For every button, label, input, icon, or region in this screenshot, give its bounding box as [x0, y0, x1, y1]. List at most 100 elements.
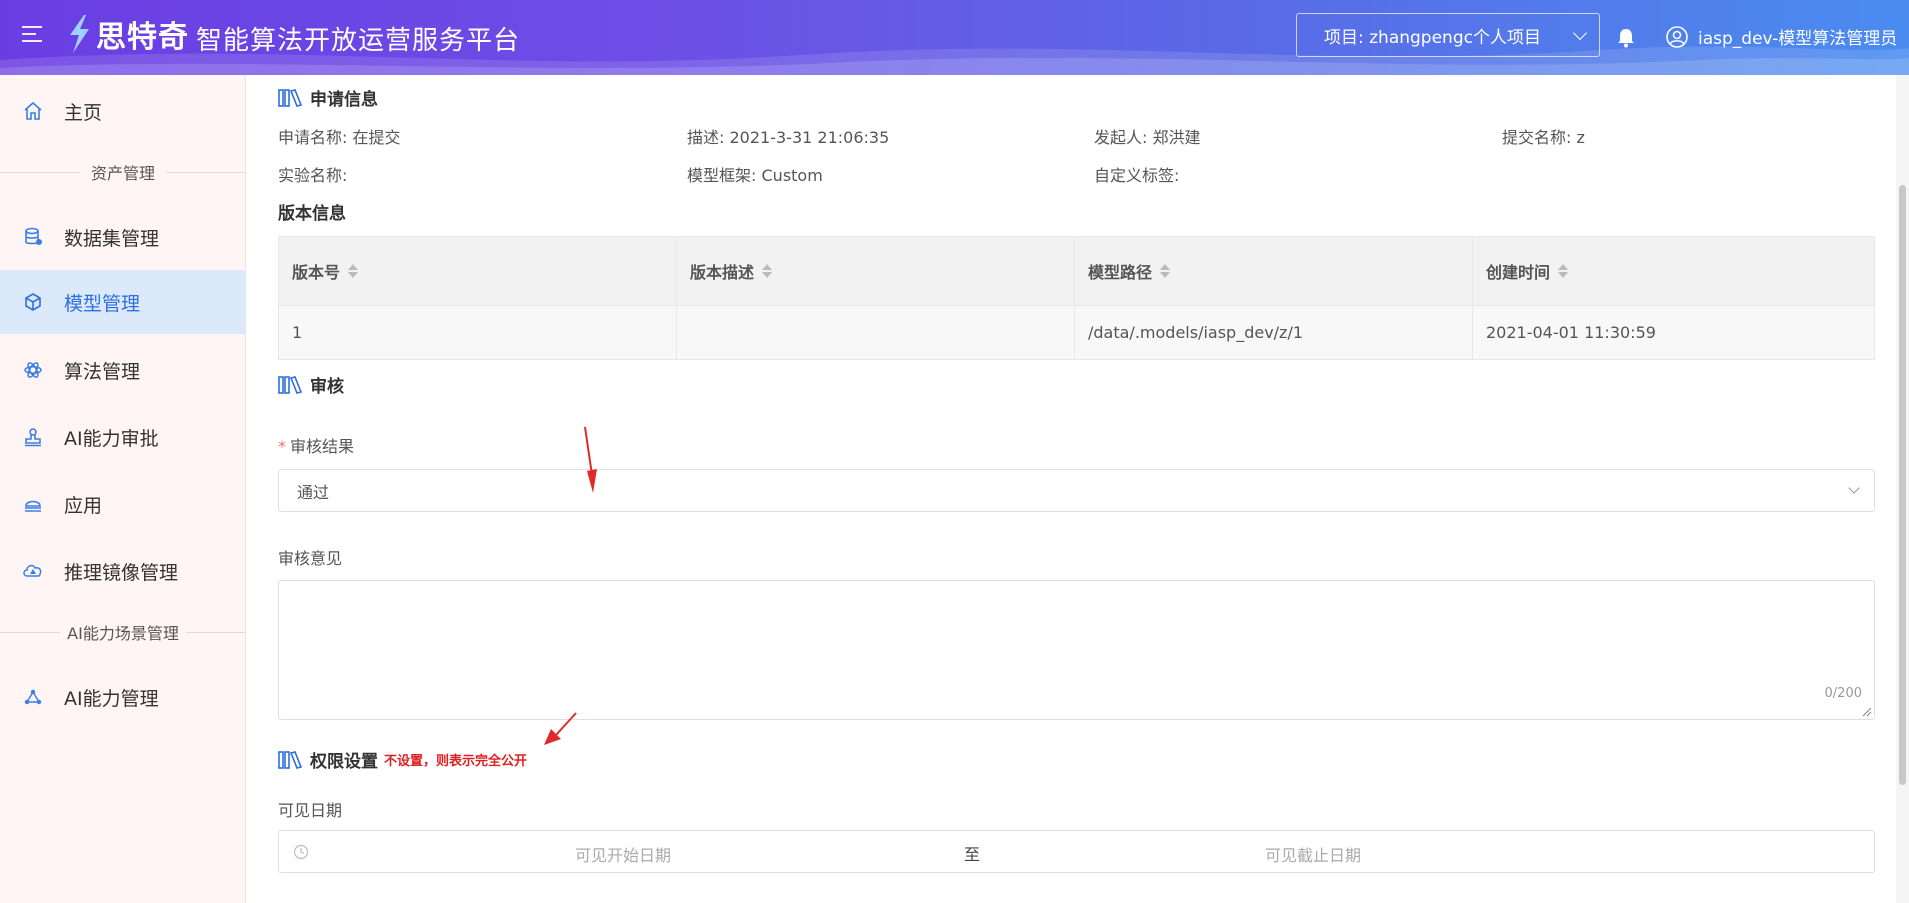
app-icon [22, 493, 44, 515]
column-label: 创建时间 [1486, 263, 1551, 282]
sort-icon[interactable] [1558, 263, 1569, 279]
sidebar-item-algorithms[interactable]: 算法管理 [0, 338, 246, 402]
sidebar-item-inference-images[interactable]: 推理镜像管理 [0, 539, 246, 603]
info-label: 提交名称: [1502, 128, 1572, 147]
chevron-down-icon [1572, 25, 1588, 41]
main-content: 申请信息 申请名称: 在提交 描述: 2021-3-31 21:06:35 发起… [254, 75, 1894, 903]
select-value: 通过 [297, 482, 330, 502]
visible-date-label: 可见日期 [278, 801, 343, 820]
sidebar-item-label: 推理镜像管理 [64, 561, 179, 584]
section-permission-title: 权限设置 不设置，则表示完全公开 [278, 747, 527, 772]
table-row[interactable]: 1 /data/.models/iasp_dev/z/1 2021-04-01 … [279, 305, 1874, 359]
logo-text: 思特奇 [96, 20, 189, 55]
info-label: 描述: [687, 128, 725, 147]
section-version-title: 版本信息 [278, 204, 346, 224]
info-submit-name: 提交名称: z [1502, 124, 1585, 148]
home-icon [22, 100, 44, 122]
column-description[interactable]: 版本描述 [677, 237, 1075, 305]
table-header: 版本号 版本描述 模型路径 创建时间 [279, 237, 1874, 305]
section-label: 审核 [310, 377, 344, 397]
atom-icon [22, 359, 44, 381]
database-icon [22, 226, 44, 248]
char-counter: 0/200 [1824, 686, 1862, 701]
platform-title: 智能算法开放运营服务平台 [196, 26, 521, 56]
info-model-framework: 模型框架: Custom [687, 162, 823, 186]
sidebar-item-label: 模型管理 [64, 292, 141, 315]
info-application-name: 申请名称: 在提交 [278, 124, 401, 148]
bell-icon[interactable] [1617, 28, 1635, 48]
sidebar-item-ai-approval[interactable]: AI能力审批 [0, 405, 246, 469]
info-label: 模型框架: [687, 166, 757, 185]
info-value: Custom [761, 166, 823, 185]
user-menu[interactable]: iasp_dev-模型算法管理员 [1666, 24, 1897, 49]
info-value: z [1576, 128, 1585, 147]
info-value: 在提交 [352, 128, 401, 147]
column-version[interactable]: 版本号 [279, 237, 677, 305]
sidebar-item-apps[interactable]: 应用 [0, 472, 246, 536]
top-header: 思特奇 智能算法开放运营服务平台 项目: zhangpengc个人项目 iasp… [0, 0, 1909, 75]
sidebar-item-datasets[interactable]: 数据集管理 [0, 205, 246, 269]
sort-icon[interactable] [1160, 263, 1171, 279]
annotation-arrow-diagonal [544, 712, 577, 745]
info-label: 实验名称: [278, 166, 348, 185]
section-application-title: 申请信息 [278, 85, 378, 110]
sidebar-item-ai-capabilities[interactable]: AI能力管理 [0, 665, 246, 729]
info-description: 描述: 2021-3-31 21:06:35 [687, 124, 889, 148]
label-text: 审核结果 [290, 437, 355, 456]
info-experiment-name: 实验名称: [278, 162, 347, 186]
column-model-path[interactable]: 模型路径 [1075, 237, 1473, 305]
resize-handle-icon[interactable] [1860, 705, 1872, 717]
sidebar: 主页 资产管理 数据集管理 模型管理 算法管理 AI能力审批 应用 推理镜像管理… [0, 75, 246, 903]
sidebar-item-home[interactable]: 主页 [0, 79, 246, 143]
cloud-icon [22, 560, 44, 582]
review-result-label: * 审核结果 [278, 433, 354, 457]
sidebar-group-assets: 资产管理 [0, 160, 246, 184]
required-mark: * [278, 437, 286, 456]
table-cell [677, 306, 1075, 359]
sort-icon[interactable] [348, 263, 359, 279]
sidebar-item-models[interactable]: 模型管理 [0, 270, 246, 334]
project-select[interactable]: 项目: zhangpengc个人项目 [1296, 13, 1600, 57]
info-value: 郑洪建 [1152, 128, 1201, 147]
info-label: 发起人: [1094, 128, 1148, 147]
scrollbar-thumb[interactable] [1899, 185, 1906, 785]
section-label: 权限设置 [310, 752, 378, 772]
user-name: iasp_dev-模型算法管理员 [1698, 29, 1898, 49]
menu-toggle-icon[interactable] [22, 26, 44, 46]
network-icon [22, 686, 44, 708]
permission-hint: 不设置，则表示完全公开 [384, 754, 528, 769]
info-custom-tags: 自定义标签: [1094, 162, 1179, 186]
table-cell: 1 [279, 306, 677, 359]
sidebar-item-label: 数据集管理 [64, 227, 160, 250]
review-opinion-label: 审核意见 [278, 549, 343, 568]
chevron-down-icon [1848, 482, 1860, 494]
project-select-value: 项目: zhangpengc个人项目 [1324, 27, 1541, 48]
sidebar-item-label: AI能力管理 [64, 687, 159, 710]
sidebar-item-label: AI能力审批 [64, 427, 159, 450]
review-opinion-textarea[interactable]: 0/200 [278, 580, 1875, 720]
end-date-input[interactable]: 可见截止日期 [1265, 842, 1361, 866]
range-separator: 至 [964, 845, 981, 864]
sidebar-item-label: 主页 [64, 101, 103, 124]
books-icon [278, 375, 303, 394]
clock-icon [293, 844, 309, 860]
page-scrollbar[interactable] [1896, 75, 1909, 903]
column-label: 版本号 [292, 263, 341, 282]
column-created-time[interactable]: 创建时间 [1473, 237, 1874, 305]
version-table: 版本号 版本描述 模型路径 创建时间 1 /data/.models/iasp_… [278, 236, 1875, 360]
column-label: 版本描述 [690, 263, 755, 282]
info-initiator: 发起人: 郑洪建 [1094, 124, 1201, 148]
sidebar-group-ai-scenarios: AI能力场景管理 [0, 620, 246, 644]
visible-date-range-picker[interactable]: 可见开始日期 至 可见截止日期 [278, 830, 1875, 873]
info-value: 2021-3-31 21:06:35 [729, 128, 890, 147]
logo-bolt-icon [70, 15, 89, 53]
stamp-icon [22, 426, 44, 448]
start-date-input[interactable]: 可见开始日期 [575, 842, 671, 866]
sidebar-item-label: 应用 [64, 494, 103, 517]
user-avatar-icon [1666, 25, 1688, 48]
column-label: 模型路径 [1088, 263, 1153, 282]
sidebar-item-label: 算法管理 [64, 360, 141, 383]
books-icon [278, 750, 303, 769]
review-result-select[interactable]: 通过 [278, 469, 1875, 512]
sort-icon[interactable] [762, 263, 773, 279]
